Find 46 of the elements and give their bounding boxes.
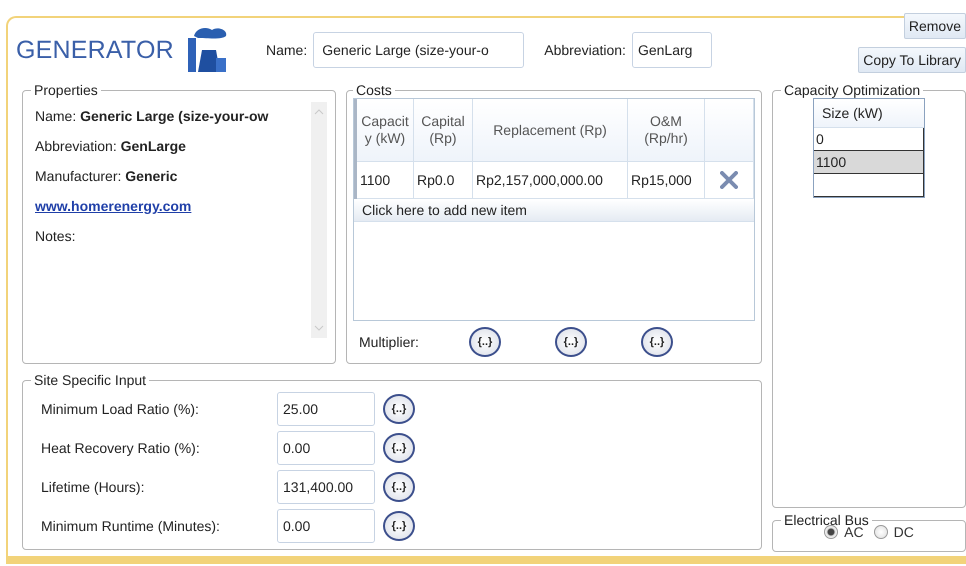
action-button[interactable]: Copy To Library bbox=[858, 47, 966, 73]
multiplier-button[interactable]: {..} bbox=[641, 327, 673, 357]
column-header: Capital (Rp) bbox=[414, 99, 472, 162]
name-field[interactable]: Generic Large (size-your-o bbox=[313, 32, 524, 68]
property-text: Abbreviation: GenLarge bbox=[35, 138, 187, 154]
field-label: Minimum Runtime (Minutes): bbox=[41, 518, 221, 534]
group-title: Site Specific Input bbox=[33, 372, 148, 388]
field-label: Multiplier: bbox=[359, 334, 420, 350]
group-title: Costs bbox=[355, 82, 393, 98]
table-cell[interactable]: 0 bbox=[814, 128, 924, 151]
column-header: Size (kW) bbox=[814, 99, 924, 128]
radio-button[interactable] bbox=[874, 525, 888, 539]
input-field[interactable]: 0.00 bbox=[277, 431, 375, 465]
property-text: Name: Generic Large (size-your-ow bbox=[35, 108, 270, 124]
radio-label: DC bbox=[894, 524, 914, 540]
abbreviation-field[interactable]: GenLarg bbox=[632, 32, 712, 68]
field-label: Name: bbox=[266, 42, 308, 58]
website-link[interactable]: www.homerenergy.com bbox=[35, 198, 192, 214]
field-label: Abbreviation: bbox=[544, 42, 626, 58]
input-field[interactable] bbox=[814, 174, 924, 197]
field-label: Heat Recovery Ratio (%): bbox=[41, 440, 201, 456]
multiplier-button[interactable]: {..} bbox=[555, 327, 587, 357]
add-item-row[interactable]: Click here to add new item bbox=[354, 199, 754, 222]
input-field[interactable]: 131,400.00 bbox=[277, 470, 375, 504]
app-title: GENERATOR bbox=[16, 36, 174, 64]
column-header: O&M (Rp/hr) bbox=[628, 99, 704, 162]
multiplier-button[interactable]: {..} bbox=[469, 327, 501, 357]
input-field[interactable]: 25.00 bbox=[277, 392, 375, 426]
delete-icon[interactable] bbox=[720, 171, 738, 190]
radio-button[interactable] bbox=[824, 525, 838, 539]
field-label: Minimum Load Ratio (%): bbox=[41, 401, 200, 417]
multiplier-button[interactable]: {..} bbox=[383, 472, 415, 502]
column-header: Replacement (Rp) bbox=[472, 99, 628, 162]
property-text: Notes: bbox=[35, 228, 76, 244]
multiplier-button[interactable]: {..} bbox=[383, 433, 415, 463]
action-button[interactable]: Remove bbox=[904, 13, 966, 39]
input-field[interactable]: 0.00 bbox=[277, 509, 375, 543]
scrollbar[interactable] bbox=[311, 102, 327, 338]
property-text: Manufacturer: Generic bbox=[35, 168, 178, 184]
group-title: Properties bbox=[33, 82, 99, 98]
table-cell[interactable]: 1100 bbox=[814, 151, 924, 174]
multiplier-button[interactable]: {..} bbox=[383, 394, 415, 424]
field-label: Lifetime (Hours): bbox=[41, 479, 146, 495]
column-header: Capacity (kW) bbox=[356, 99, 414, 162]
multiplier-button[interactable]: {..} bbox=[383, 511, 415, 541]
group-title: Capacity Optimization bbox=[783, 82, 922, 98]
